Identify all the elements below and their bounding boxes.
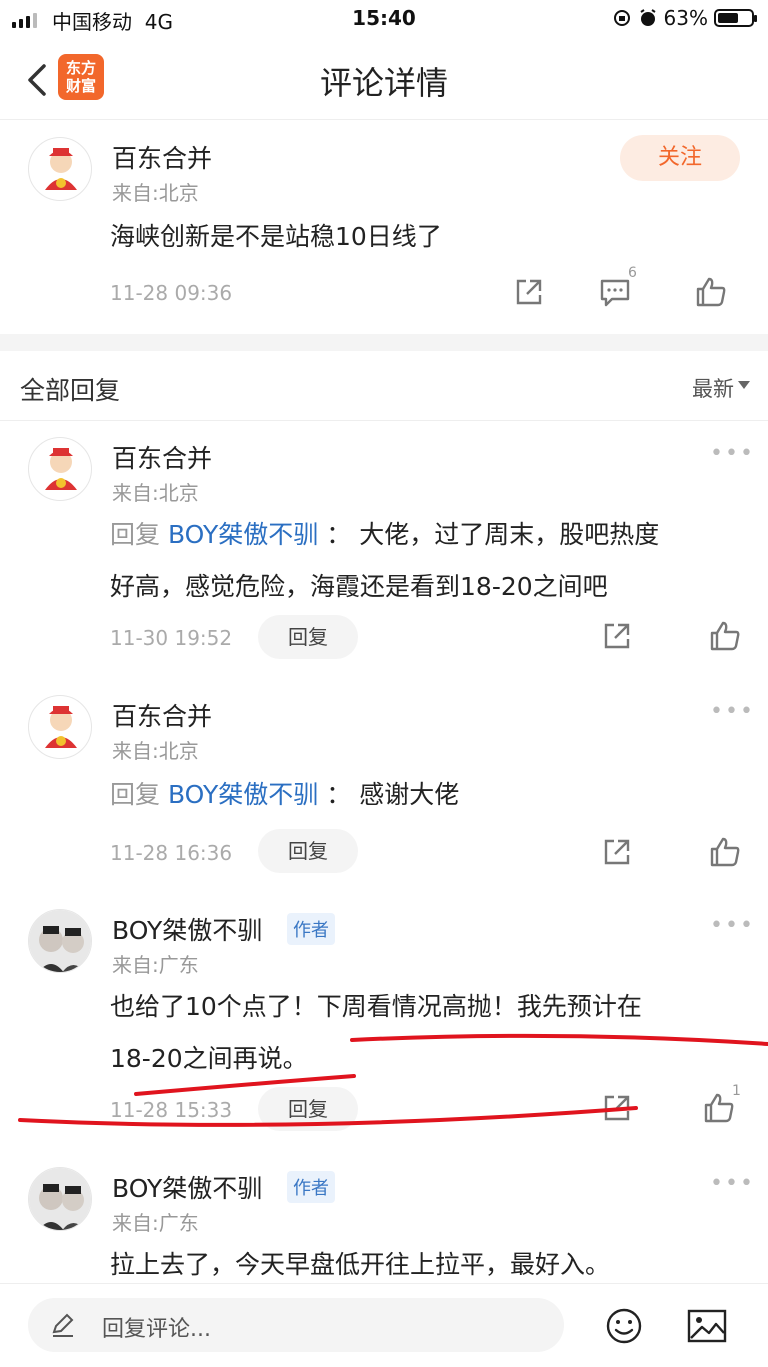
comment-icon[interactable]: [598, 275, 632, 309]
location: 来自:广东: [112, 953, 199, 977]
all-replies-label: 全部回复: [20, 376, 121, 405]
more-dots-icon[interactable]: •••: [710, 1171, 755, 1196]
timestamp: 11-28 15:33: [110, 1098, 233, 1122]
sort-dropdown[interactable]: 最新: [692, 373, 734, 403]
rotation-lock-icon: [613, 10, 630, 26]
comment-count: 6: [628, 265, 637, 281]
share-icon[interactable]: [600, 835, 634, 869]
section-divider: [0, 334, 768, 351]
mention-link[interactable]: BOY桀傲不驯: [168, 520, 318, 549]
more-dots-icon[interactable]: •••: [710, 699, 755, 724]
avatar[interactable]: [28, 1167, 92, 1231]
more-dots-icon[interactable]: •••: [710, 913, 755, 938]
username[interactable]: 百东合并: [112, 139, 212, 175]
username[interactable]: 百东合并: [112, 697, 212, 733]
location: 来自:北京: [112, 739, 199, 763]
reply-item: BOY桀傲不驯 作者 来自:广东 ••• 也给了10个点了！下周看情况高抛！我先…: [0, 893, 768, 1151]
battery-percent: 63%: [663, 6, 708, 30]
follow-button[interactable]: 关注: [620, 135, 740, 181]
battery-icon: [714, 9, 757, 27]
location: 来自:广东: [112, 1211, 199, 1235]
reply-text: 回复 BOY桀傲不驯 ： 感谢大佬: [110, 780, 460, 809]
timestamp: 11-30 19:52: [110, 626, 233, 650]
mention-link[interactable]: BOY桀傲不驯: [168, 780, 318, 809]
reply-button[interactable]: 回复: [258, 615, 358, 659]
reply-button[interactable]: 回复: [258, 829, 358, 873]
username[interactable]: BOY桀傲不驯: [112, 911, 262, 947]
replies-header: 全部回复 最新: [0, 351, 768, 421]
reply-text: 拉上去了，今天早盘低开往上拉平，最好入。: [110, 1250, 611, 1279]
thumbs-up-icon[interactable]: [708, 835, 742, 869]
image-icon[interactable]: [686, 1306, 728, 1346]
like-count: 1: [732, 1083, 741, 1099]
reply-input[interactable]: 回复评论...: [28, 1298, 564, 1352]
status-right: 63%: [612, 6, 757, 30]
comment-text: 海峡创新是不是站稳10日线了: [110, 222, 442, 251]
share-icon[interactable]: [600, 619, 634, 653]
page-title: 评论详情: [319, 64, 448, 102]
thumbs-up-icon[interactable]: [702, 1091, 736, 1125]
author-badge: 作者: [287, 1171, 335, 1203]
username[interactable]: BOY桀傲不驯: [112, 1169, 262, 1205]
nav-bar: 东方 财富 评论详情: [0, 40, 768, 120]
bottom-bar: 回复评论...: [0, 1283, 768, 1367]
timestamp: 11-28 09:36: [110, 281, 233, 305]
emoji-icon[interactable]: [604, 1306, 644, 1346]
alarm-icon: [639, 9, 656, 26]
author-badge: 作者: [287, 913, 335, 945]
avatar[interactable]: [28, 437, 92, 501]
reply-placeholder: 回复评论...: [102, 1317, 211, 1342]
more-dots-icon[interactable]: •••: [710, 441, 755, 466]
avatar[interactable]: [28, 909, 92, 973]
thumbs-up-icon[interactable]: [708, 619, 742, 653]
thumbs-up-icon[interactable]: [694, 275, 728, 309]
location: 来自:北京: [112, 181, 199, 205]
share-icon[interactable]: [512, 275, 546, 309]
avatar[interactable]: [28, 137, 92, 201]
reply-item: BOY桀傲不驯 作者 来自:广东 ••• 拉上去了，今天早盘低开往上拉平，最好入…: [0, 1151, 768, 1283]
reply-item: 百东合并 来自:北京 ••• 回复 BOY桀傲不驯 ： 大佬，过了周末，股吧热度…: [0, 421, 768, 679]
avatar[interactable]: [28, 695, 92, 759]
username[interactable]: 百东合并: [112, 439, 212, 475]
status-bar: 中国移动 4G 15:40 63%: [0, 0, 768, 40]
reply-text: 回复 BOY桀傲不驯 ： 大佬，过了周末，股吧热度 好高，感觉危险，海霞还是看到…: [110, 520, 660, 601]
reply-button[interactable]: 回复: [258, 1087, 358, 1131]
timestamp: 11-28 16:36: [110, 841, 233, 865]
reply-item: 百东合并 来自:北京 ••• 回复 BOY桀傲不驯 ： 感谢大佬 11-28 1…: [0, 679, 768, 893]
reply-text: 也给了10个点了！下周看情况高抛！我先预计在 18-20之间再说。: [110, 992, 642, 1073]
pen-icon: [52, 1313, 74, 1337]
share-icon[interactable]: [600, 1091, 634, 1125]
main-comment: 百东合并 来自:北京 关注 海峡创新是不是站稳10日线了 11-28 09:36…: [0, 121, 768, 334]
caret-down-icon[interactable]: [738, 381, 750, 389]
location: 来自:北京: [112, 481, 199, 505]
